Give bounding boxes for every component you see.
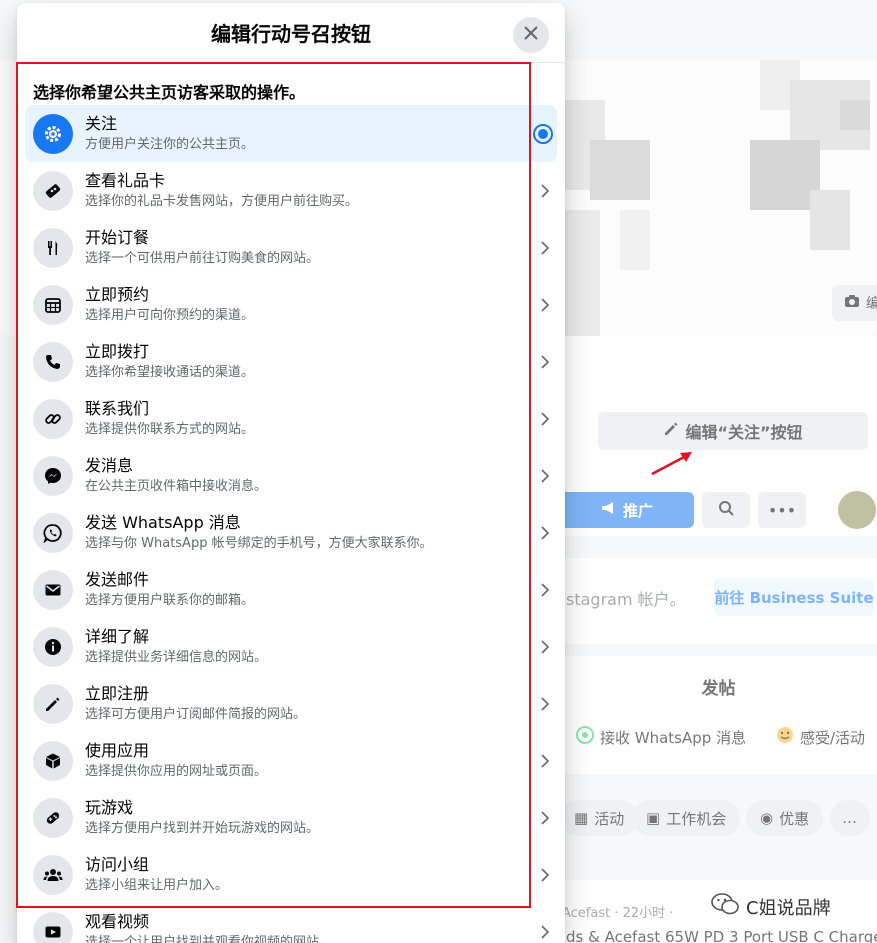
option-call-now[interactable]: 立即拨打 选择你希望接收通话的渠道。	[25, 333, 557, 390]
close-button[interactable]	[513, 17, 549, 53]
dialog-header: 编辑行动号召按钮	[17, 3, 565, 63]
option-title: 开始订餐	[85, 228, 150, 247]
option-title: 立即预约	[85, 285, 150, 304]
option-sign-up[interactable]: 立即注册 选择可方便用户订阅邮件简报的网站。	[25, 675, 557, 732]
watermark: C姐说品牌	[710, 892, 831, 921]
option-title: 发消息	[85, 456, 134, 475]
option-desc: 选择提供你联系方式的网站。	[85, 422, 255, 437]
chevron-right-icon	[541, 525, 550, 540]
option-contact-us[interactable]: 联系我们 选择提供你联系方式的网站。	[25, 390, 557, 447]
radio-selected[interactable]	[533, 123, 553, 144]
pencil-icon	[33, 683, 73, 724]
chevron-right-icon	[541, 639, 550, 654]
utensils-icon	[33, 227, 73, 268]
option-title: 观看视频	[85, 912, 150, 931]
chevron-right-icon	[541, 297, 550, 312]
edit-cta-dialog: 编辑行动号召按钮 选择你希望公共主页访客采取的操作。 关注 方便用户关注你的公共…	[17, 3, 565, 943]
option-order-food[interactable]: 开始订餐 选择一个可供用户前往订购美食的网站。	[25, 219, 557, 276]
option-watch-video[interactable]: 观看视频 选择一个让用户找到并观看你视频的网站。	[25, 903, 557, 943]
option-desc: 选择方便用户联系你的邮箱。	[85, 593, 255, 608]
option-desc: 选择可方便用户订阅邮件简报的网站。	[85, 707, 307, 722]
envelope-icon	[33, 569, 73, 610]
chevron-right-icon	[541, 924, 550, 939]
option-desc: 选择方便用户找到并开始玩游戏的网站。	[85, 821, 320, 836]
option-title: 详细了解	[85, 627, 150, 646]
gift-card-icon	[33, 170, 73, 211]
option-learn-more[interactable]: 详细了解 选择提供业务详细信息的网站。	[25, 618, 557, 675]
chevron-right-icon	[541, 810, 550, 825]
link-icon	[33, 398, 73, 439]
option-desc: 选择小组来让用户加入。	[85, 878, 229, 893]
info-icon	[33, 626, 73, 667]
chevron-right-icon	[541, 582, 550, 597]
chevron-right-icon	[541, 354, 550, 369]
chevron-right-icon	[541, 183, 550, 198]
cube-icon	[33, 740, 73, 781]
option-desc: 在公共主页收件箱中接收消息。	[85, 479, 268, 494]
gear-icon	[33, 113, 73, 154]
chevron-right-icon	[541, 867, 550, 882]
option-gift-card[interactable]: 查看礼品卡 选择你的礼品卡发售网站，方便用户前往购买。	[25, 162, 557, 219]
option-desc: 选择与你 WhatsApp 帐号绑定的手机号，方便大家联系你。	[85, 536, 433, 551]
option-title: 联系我们	[85, 399, 150, 418]
messenger-icon	[33, 455, 73, 496]
option-title: 访问小组	[85, 855, 150, 874]
chevron-right-icon	[541, 240, 550, 255]
option-play-game[interactable]: 玩游戏 选择方便用户找到并开始玩游戏的网站。	[25, 789, 557, 846]
option-desc: 选择提供你应用的网址或页面。	[85, 764, 268, 779]
chevron-right-icon	[541, 411, 550, 426]
close-icon	[523, 25, 539, 45]
annotation-arrow-icon	[651, 452, 692, 476]
video-icon	[33, 911, 73, 943]
option-title: 使用应用	[85, 741, 150, 760]
group-icon	[33, 854, 73, 895]
gamepad-icon	[33, 797, 73, 838]
phone-icon	[33, 341, 73, 382]
option-use-app[interactable]: 使用应用 选择提供你应用的网址或页面。	[25, 732, 557, 789]
option-title: 玩游戏	[85, 798, 134, 817]
option-title: 查看礼品卡	[85, 171, 166, 190]
option-desc: 方便用户关注你的公共主页。	[85, 137, 255, 152]
option-title: 立即注册	[85, 684, 150, 703]
chevron-right-icon	[541, 468, 550, 483]
wechat-icon	[710, 892, 740, 921]
option-send-email[interactable]: 发送邮件 选择方便用户联系你的邮箱。	[25, 561, 557, 618]
option-desc: 选择一个可供用户前往订购美食的网站。	[85, 251, 320, 266]
option-desc: 选择用户可向你预约的渠道。	[85, 308, 255, 323]
chevron-right-icon	[541, 696, 550, 711]
option-title: 关注	[85, 114, 118, 133]
chevron-right-icon	[541, 753, 550, 768]
dialog-title: 编辑行动号召按钮	[211, 22, 371, 46]
option-desc: 选择一个让用户找到并观看你视频的网站。	[85, 935, 333, 943]
whatsapp-icon	[33, 512, 73, 553]
option-desc: 选择提供业务详细信息的网站。	[85, 650, 268, 665]
option-title: 发送 WhatsApp 消息	[85, 513, 241, 532]
cta-option-list: 关注 方便用户关注你的公共主页。 查看礼品卡 选择你的礼品卡发售网站，方便用户前…	[25, 105, 557, 943]
dialog-subtitle: 选择你希望公共主页访客采取的操作。	[33, 83, 306, 102]
option-send-message[interactable]: 发消息 在公共主页收件箱中接收消息。	[25, 447, 557, 504]
option-visit-group[interactable]: 访问小组 选择小组来让用户加入。	[25, 846, 557, 903]
option-send-whatsapp[interactable]: 发送 WhatsApp 消息 选择与你 WhatsApp 帐号绑定的手机号，方便…	[25, 504, 557, 561]
calendar-icon	[33, 284, 73, 325]
option-title: 发送邮件	[85, 570, 150, 589]
option-follow[interactable]: 关注 方便用户关注你的公共主页。	[25, 105, 557, 162]
option-title: 立即拨打	[85, 342, 150, 361]
option-desc: 选择你的礼品卡发售网站，方便用户前往购买。	[85, 194, 359, 209]
option-desc: 选择你希望接收通话的渠道。	[85, 365, 255, 380]
option-book-now[interactable]: 立即预约 选择用户可向你预约的渠道。	[25, 276, 557, 333]
